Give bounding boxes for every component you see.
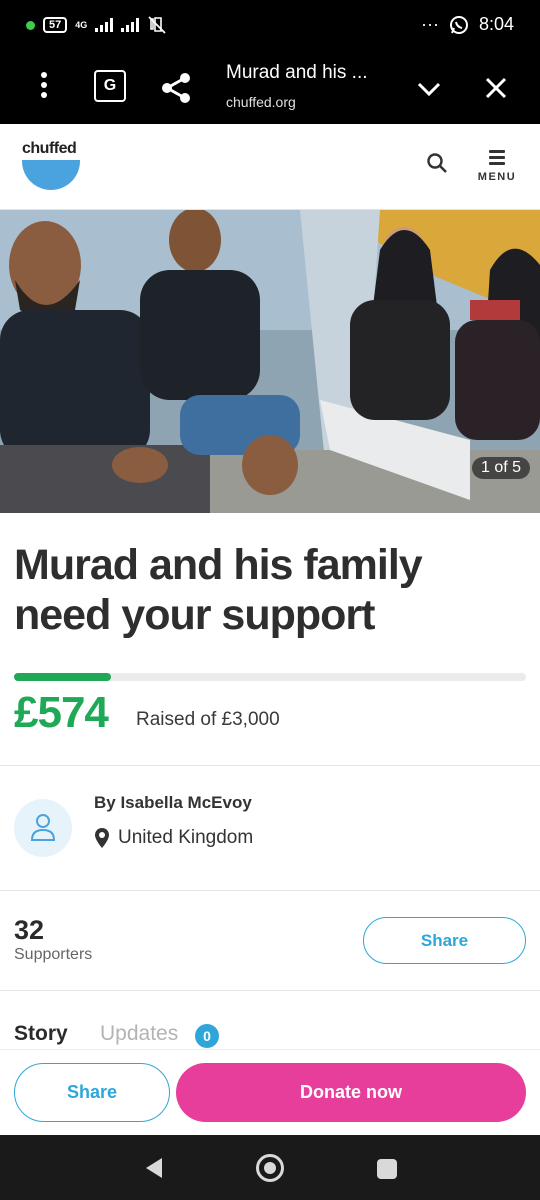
logo-text: chuffed [22, 140, 77, 157]
organiser-location: United Kingdom [94, 827, 253, 849]
more-indicator: ··· [420, 14, 439, 34]
whatsapp-icon [449, 15, 468, 34]
page-url: chuffed.org [226, 94, 296, 110]
chuffed-logo[interactable]: chuffed [22, 140, 82, 200]
status-right: ··· 8:04 [421, 14, 514, 35]
chevron-down-icon[interactable] [414, 74, 444, 104]
campaign-title: Murad and his family need your support [14, 541, 423, 639]
user-icon [30, 814, 56, 841]
raised-amount: £574 [14, 688, 109, 737]
hero-photo-image [0, 210, 540, 513]
location-pin-icon [95, 828, 109, 848]
status-dot-icon [26, 20, 35, 30]
status-left: 57 4G [26, 16, 167, 34]
photo-counter: 1 of 5 [471, 457, 530, 479]
share-button[interactable]: Share [363, 917, 526, 964]
share-icon[interactable] [160, 72, 192, 104]
divider [0, 765, 540, 766]
progress-bar [14, 673, 526, 681]
site-header: chuffed MENU [0, 124, 540, 210]
logo-bowl [22, 160, 80, 190]
kebab-menu-icon[interactable] [36, 72, 52, 104]
page-title-bar: Murad and his ... [226, 62, 368, 83]
divider [0, 890, 540, 891]
system-nav-bar [0, 1135, 540, 1200]
mute-icon [148, 16, 166, 34]
location-text: United Kingdom [118, 827, 254, 848]
network-type: 4G [75, 19, 88, 30]
tab-updates[interactable]: Updates [100, 1022, 178, 1046]
footer-share-button[interactable]: Share [14, 1063, 170, 1122]
organiser-name[interactable]: By Isabella McEvoy [94, 793, 252, 813]
supporters-label: Supporters [14, 946, 93, 963]
search-icon[interactable] [426, 152, 448, 174]
donate-now-button[interactable]: Donate now [176, 1063, 526, 1122]
home-icon[interactable] [256, 1154, 284, 1182]
back-icon[interactable] [144, 1156, 164, 1180]
avatar [14, 799, 72, 857]
battery-indicator: 57 [43, 17, 68, 33]
signal-icon [95, 18, 114, 32]
hamburger-menu-icon [474, 150, 520, 165]
sticky-action-bar: Share Donate now [0, 1049, 540, 1135]
progress-fill [14, 673, 112, 681]
recents-icon[interactable] [377, 1159, 397, 1179]
divider [0, 990, 540, 991]
clock: 8:04 [478, 14, 514, 34]
close-icon[interactable] [482, 74, 510, 102]
status-bar: 57 4G ··· 8:04 [0, 0, 540, 52]
menu-button[interactable]: MENU [474, 150, 520, 183]
translate-icon[interactable]: G [94, 70, 126, 102]
hero-photo[interactable]: 1 of 5 [0, 210, 540, 513]
updates-count-badge: 0 [195, 1024, 219, 1048]
menu-label: MENU [477, 171, 517, 183]
signal-icon-2 [121, 18, 140, 32]
supporters-count: 32 [14, 915, 45, 945]
browser-toolbar: G Murad and his ... chuffed.org [0, 52, 540, 124]
raised-goal: Raised of £3,000 [136, 709, 280, 730]
tab-story[interactable]: Story [14, 1022, 68, 1046]
